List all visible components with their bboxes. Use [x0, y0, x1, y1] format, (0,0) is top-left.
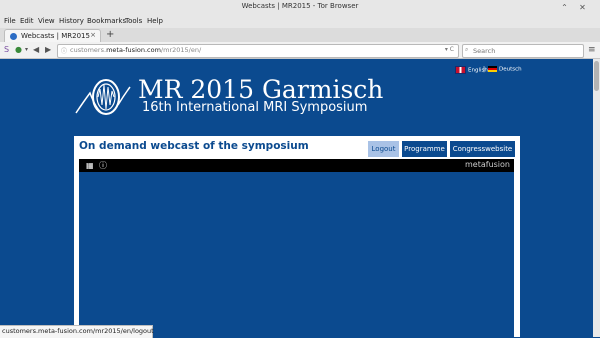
logout-button[interactable]: Logout [368, 141, 399, 157]
chevron-down-icon[interactable]: ▾ [25, 44, 28, 56]
tor-onion-icon[interactable]: S [4, 44, 9, 56]
search-input[interactable] [473, 45, 578, 56]
back-icon[interactable]: ◀ [33, 44, 39, 56]
player-area[interactable] [79, 172, 514, 337]
window-title: Webcasts | MR2015 - Tor Browser [241, 2, 359, 10]
player-brand: metafusion [465, 160, 510, 169]
language-separator: | [483, 66, 486, 73]
reload-icon[interactable]: ▾ C [445, 46, 454, 53]
symposium-logo [75, 79, 131, 115]
menu-view[interactable]: View [38, 17, 55, 25]
close-icon[interactable]: × [90, 31, 96, 39]
menu-bookmarks[interactable]: Bookmarks [87, 17, 126, 25]
window-titlebar: Webcasts | MR2015 - Tor Browser [0, 0, 600, 17]
new-tab-button[interactable]: + [106, 29, 114, 41]
info-icon[interactable]: ⓘ [99, 161, 107, 170]
conference-subtitle: 16th International MRI Symposium [142, 100, 368, 115]
menu-file[interactable]: File [4, 17, 16, 25]
player-toolbar: metafusion [79, 159, 514, 172]
panel-title: On demand webcast of the symposium [79, 140, 309, 152]
programme-button[interactable]: Programme [402, 141, 447, 157]
url-domain: meta-fusion.com [106, 46, 161, 54]
scrollbar-thumb[interactable] [594, 61, 599, 91]
url-path: /mr2015/en/ [160, 46, 202, 54]
favicon-icon [10, 33, 17, 40]
status-bar: customers.meta-fusion.com/mr2015/en/logo… [0, 325, 154, 338]
language-german-label: Deutsch [499, 66, 522, 73]
close-icon[interactable]: ✕ [578, 3, 587, 12]
language-german[interactable]: Deutsch [488, 66, 522, 73]
german-flag-icon [488, 66, 497, 72]
grid-icon[interactable]: ▦ [86, 161, 94, 170]
status-url: customers.meta-fusion.com/mr2015/en/logo… [2, 327, 154, 335]
forward-icon[interactable]: ▶ [45, 44, 51, 56]
chevron-up-icon[interactable]: ⌃ [560, 3, 569, 12]
site-info-icon[interactable]: ⓘ [61, 46, 67, 55]
search-icon: ⌕ [465, 46, 469, 53]
menu-edit[interactable]: Edit [20, 17, 34, 25]
menu-tools[interactable]: Tools [125, 17, 142, 25]
noscript-icon[interactable]: ● [15, 44, 22, 56]
menu-help[interactable]: Help [147, 17, 163, 25]
menu-icon[interactable]: ≡ [588, 44, 596, 56]
tab-label: Webcasts | MR2015 [21, 32, 90, 40]
menu-history[interactable]: History [59, 17, 84, 25]
uk-flag-icon [455, 66, 466, 74]
tab-webcasts[interactable]: Webcasts | MR2015 × [4, 29, 101, 43]
congresswebsite-button[interactable]: Congresswebsite [450, 141, 515, 157]
page-scrollbar[interactable] [593, 59, 600, 337]
url-bar[interactable]: ⓘ customers.meta-fusion.com/mr2015/en/ ▾… [57, 44, 459, 58]
url-prefix: customers. [70, 46, 107, 54]
search-bar[interactable]: ⌕ [462, 44, 584, 58]
url-text: customers.meta-fusion.com/mr2015/en/ [70, 46, 201, 54]
